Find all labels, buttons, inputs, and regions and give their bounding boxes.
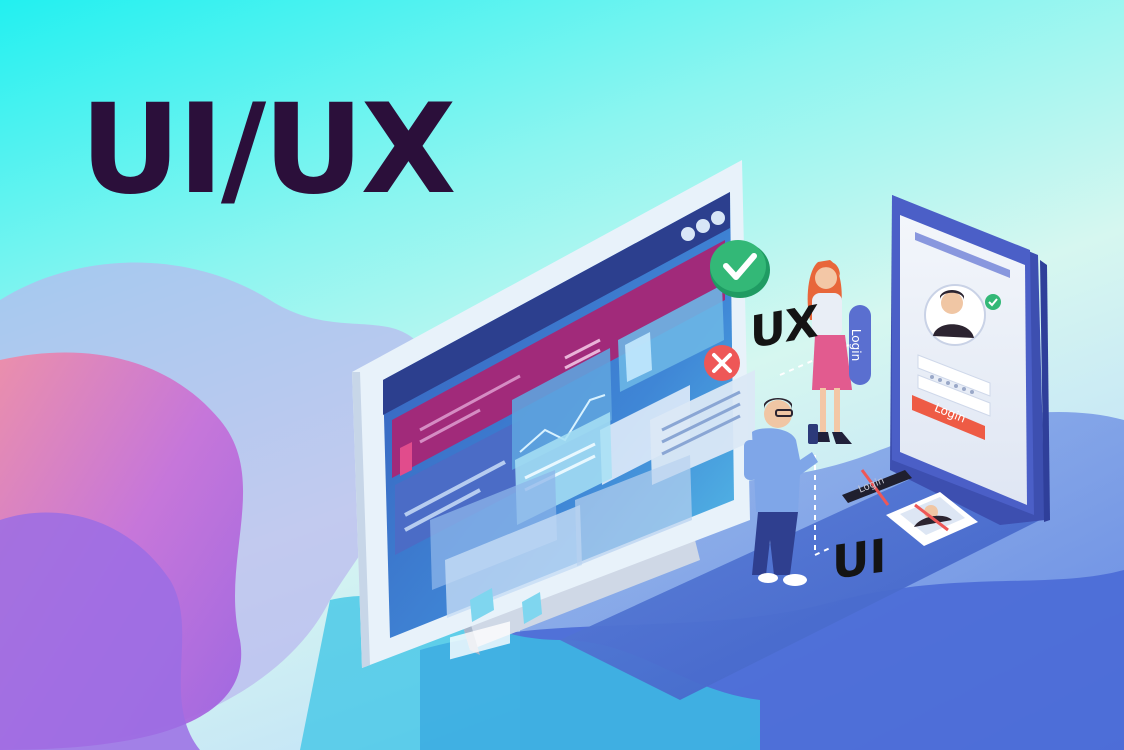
woman-login-sign-label: Login <box>849 328 864 362</box>
ui-label: UI <box>832 528 887 590</box>
illustration-stage: UI/UX UX UI Login Login Login <box>0 0 1124 750</box>
smartphone <box>890 195 1050 525</box>
close-icon <box>704 345 740 381</box>
page-title: UI/UX <box>80 78 456 222</box>
check-icon <box>710 240 770 298</box>
